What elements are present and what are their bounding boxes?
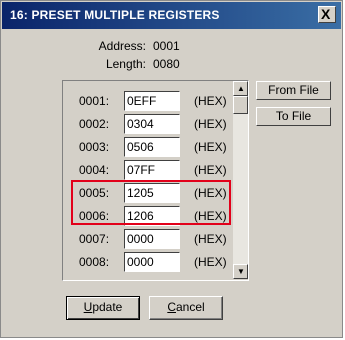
- register-address: 0008:: [79, 255, 110, 269]
- register-format: (HEX): [194, 140, 227, 154]
- update-button[interactable]: Update: [66, 296, 140, 320]
- close-icon: X: [321, 6, 331, 22]
- highlight-box: [71, 180, 231, 225]
- length-value: 0080: [153, 57, 180, 71]
- register-format: (HEX): [194, 163, 227, 177]
- register-format: (HEX): [194, 232, 227, 246]
- register-value-input[interactable]: [124, 229, 180, 249]
- arrow-up-icon: ▲: [237, 84, 245, 93]
- register-value-input[interactable]: [124, 160, 180, 180]
- address-value: 0001: [153, 39, 180, 53]
- register-address: 0004:: [79, 163, 110, 177]
- length-label: Length:: [105, 57, 146, 71]
- address-label: Address:: [98, 39, 146, 53]
- register-value-input[interactable]: [124, 252, 180, 272]
- register-value-input[interactable]: [124, 91, 180, 111]
- update-accel: U: [83, 300, 93, 314]
- cancel-accel: C: [167, 300, 176, 314]
- cancel-label: ancel: [175, 300, 205, 314]
- register-address: 0007:: [79, 232, 110, 246]
- scroll-thumb[interactable]: [233, 96, 248, 114]
- arrow-down-icon: ▼: [237, 267, 245, 276]
- register-value-input[interactable]: [124, 137, 180, 157]
- dialog-title: 16: PRESET MULTIPLE REGISTERS: [10, 8, 220, 22]
- register-format: (HEX): [194, 117, 227, 131]
- register-list-scrollbar[interactable]: ▲ ▼: [233, 81, 248, 279]
- register-address: 0002:: [79, 117, 110, 131]
- register-address: 0001:: [79, 94, 110, 108]
- preset-registers-dialog: 16: PRESET MULTIPLE REGISTERS X Address:…: [0, 0, 343, 338]
- title-bar[interactable]: 16: PRESET MULTIPLE REGISTERS X: [2, 2, 341, 29]
- register-format: (HEX): [194, 255, 227, 269]
- register-value-input[interactable]: [124, 114, 180, 134]
- cancel-button[interactable]: Cancel: [149, 296, 223, 320]
- scroll-down-button[interactable]: ▼: [233, 264, 248, 279]
- register-address: 0003:: [79, 140, 110, 154]
- to-file-button[interactable]: To File: [256, 107, 331, 126]
- from-file-button[interactable]: From File: [256, 81, 331, 100]
- scroll-up-button[interactable]: ▲: [233, 81, 248, 96]
- update-label: pdate: [92, 300, 123, 314]
- close-button[interactable]: X: [318, 6, 336, 23]
- register-format: (HEX): [194, 94, 227, 108]
